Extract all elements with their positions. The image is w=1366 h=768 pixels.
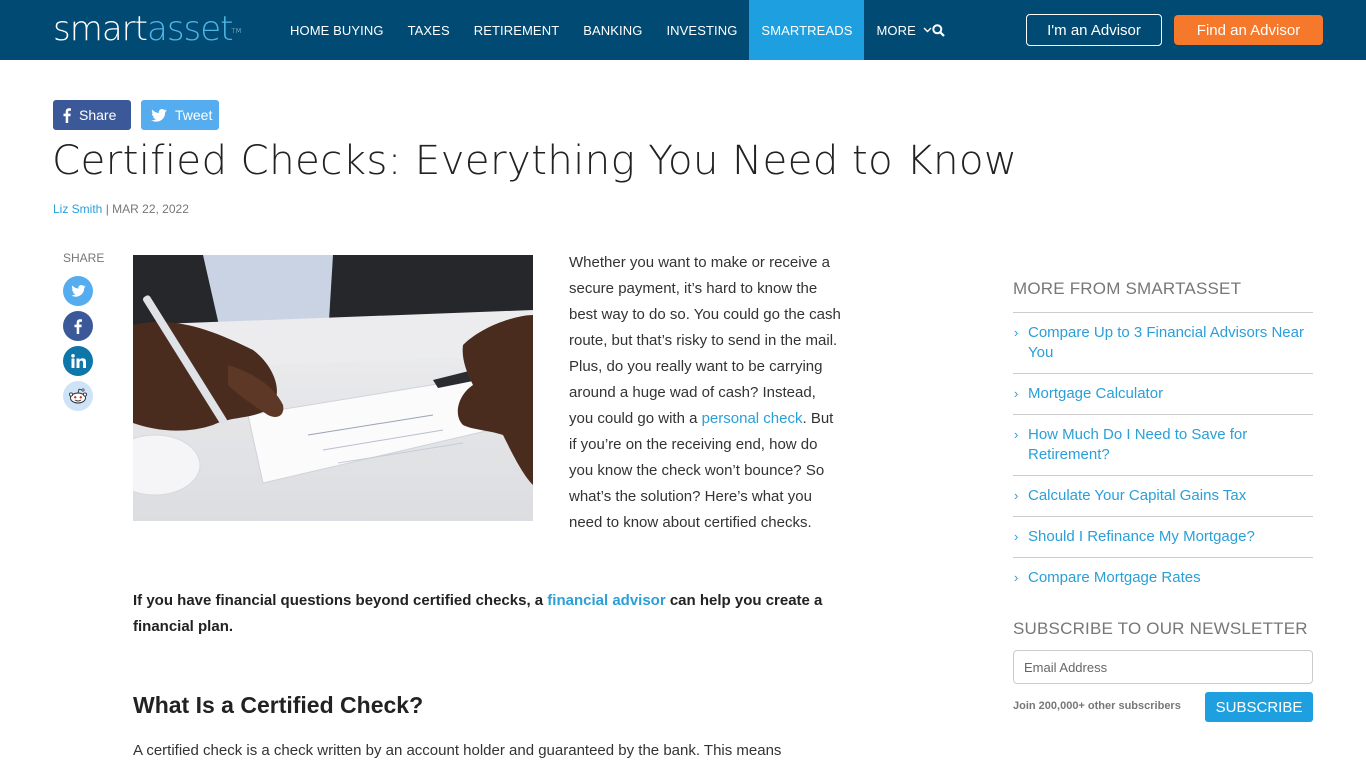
nav-label: BANKING bbox=[583, 22, 643, 38]
twitter-icon bbox=[151, 108, 167, 122]
advisor-callout: If you have financial questions beyond c… bbox=[133, 588, 843, 640]
top-navigation-bar: smartasset TM HOME BUYING TAXES RETIREMEN… bbox=[0, 0, 1366, 60]
linkedin-share-button[interactable] bbox=[63, 346, 93, 376]
search-icon bbox=[931, 23, 945, 37]
search-button[interactable] bbox=[925, 18, 951, 42]
intro-paragraph: Whether you want to make or receive a se… bbox=[569, 250, 841, 536]
facebook-icon bbox=[74, 318, 82, 334]
publish-date: MAR 22, 2022 bbox=[112, 202, 189, 216]
intro-text-cont: . But if you’re on the receiving end, ho… bbox=[569, 410, 834, 531]
nav-label: HOME BUYING bbox=[290, 22, 384, 38]
hands-signing-check-image bbox=[133, 255, 533, 521]
sidebar-link-mortgage-calculator[interactable]: › Mortgage Calculator bbox=[1013, 374, 1313, 415]
email-address-input[interactable] bbox=[1013, 650, 1313, 684]
chevron-right-icon: › bbox=[1014, 529, 1019, 544]
article-hero-image bbox=[133, 255, 533, 521]
nav-label: SMARTREADS bbox=[761, 22, 853, 38]
callout-text: If you have financial questions beyond c… bbox=[133, 592, 548, 609]
more-from-list: › Compare Up to 3 Financial Advisors Near… bbox=[1013, 312, 1313, 598]
sidebar-link-refinance[interactable]: › Should I Refinance My Mortgage? bbox=[1013, 517, 1313, 558]
facebook-icon bbox=[63, 107, 71, 123]
twitter-share-button[interactable] bbox=[63, 276, 93, 306]
subscribe-button[interactable]: SUBSCRIBE bbox=[1205, 692, 1313, 722]
chevron-right-icon: › bbox=[1014, 570, 1019, 585]
logo-text-smart: smart bbox=[53, 9, 148, 49]
article-title: Certified Checks: Everything You Need to… bbox=[52, 138, 1018, 184]
nav-smartreads[interactable]: SMARTREADS bbox=[749, 0, 865, 60]
chevron-right-icon: › bbox=[1014, 325, 1019, 340]
share-label: Share bbox=[79, 107, 117, 123]
more-from-heading: MORE FROM SMARTASSET bbox=[1013, 279, 1242, 298]
author-link[interactable]: Liz Smith bbox=[53, 202, 102, 216]
chevron-right-icon: › bbox=[1014, 488, 1019, 503]
section-heading: What Is a Certified Check? bbox=[133, 692, 424, 718]
nav-home-buying[interactable]: HOME BUYING bbox=[278, 0, 396, 60]
reddit-icon bbox=[68, 388, 88, 404]
body-paragraph: A certified check is a check written by … bbox=[133, 742, 782, 759]
intro-text: Whether you want to make or receive a se… bbox=[569, 254, 841, 427]
nav-label: MORE bbox=[876, 22, 916, 38]
chevron-right-icon: › bbox=[1014, 427, 1019, 442]
facebook-share-circle[interactable] bbox=[63, 311, 93, 341]
link-label: How Much Do I Need to Save for Retiremen… bbox=[1028, 426, 1248, 463]
newsletter-heading: SUBSCRIBE TO OUR NEWSLETTER bbox=[1013, 619, 1308, 638]
link-label: Should I Refinance My Mortgage? bbox=[1028, 528, 1255, 545]
logo-text-asset: asset bbox=[146, 9, 234, 49]
share-label: SHARE bbox=[63, 251, 105, 265]
nav-label: TAXES bbox=[407, 22, 450, 38]
link-label: Compare Mortgage Rates bbox=[1028, 569, 1201, 586]
reddit-share-button[interactable] bbox=[63, 381, 93, 411]
sidebar-link-compare-advisors[interactable]: › Compare Up to 3 Financial Advisors Near… bbox=[1013, 313, 1313, 374]
subscriber-count-text: Join 200,000+ other subscribers bbox=[1013, 700, 1181, 712]
byline: Liz Smith | MAR 22, 2022 bbox=[53, 202, 189, 216]
logo-trademark: TM bbox=[231, 27, 242, 35]
nav-taxes[interactable]: TAXES bbox=[396, 0, 462, 60]
tweet-label: Tweet bbox=[175, 107, 213, 123]
nav-banking[interactable]: BANKING bbox=[571, 0, 654, 60]
financial-advisor-link[interactable]: financial advisor bbox=[547, 592, 665, 609]
im-an-advisor-button[interactable]: I'm an Advisor bbox=[1026, 14, 1162, 46]
twitter-icon bbox=[70, 285, 86, 297]
link-label: Compare Up to 3 Financial Advisors Near … bbox=[1028, 324, 1304, 361]
link-label: Calculate Your Capital Gains Tax bbox=[1028, 487, 1247, 504]
chevron-right-icon: › bbox=[1014, 386, 1019, 401]
linkedin-icon bbox=[70, 354, 86, 368]
main-nav: HOME BUYING TAXES RETIREMENT BANKING INV… bbox=[278, 0, 944, 60]
byline-separator: | bbox=[102, 202, 113, 216]
nav-label: RETIREMENT bbox=[473, 22, 560, 38]
nav-label: INVESTING bbox=[666, 22, 738, 38]
twitter-tweet-button[interactable]: Tweet bbox=[141, 100, 219, 130]
sidebar-link-retirement-savings[interactable]: › How Much Do I Need to Save for Retireme… bbox=[1013, 415, 1313, 476]
sidebar-link-capital-gains[interactable]: › Calculate Your Capital Gains Tax bbox=[1013, 476, 1313, 517]
facebook-share-button[interactable]: Share bbox=[53, 100, 131, 130]
find-an-advisor-button[interactable]: Find an Advisor bbox=[1174, 15, 1323, 45]
smartasset-logo[interactable]: smartasset TM bbox=[53, 9, 242, 49]
personal-check-link[interactable]: personal check bbox=[702, 410, 803, 427]
sidebar-link-mortgage-rates[interactable]: › Compare Mortgage Rates bbox=[1013, 558, 1313, 598]
nav-retirement[interactable]: RETIREMENT bbox=[462, 0, 572, 60]
link-label: Mortgage Calculator bbox=[1028, 385, 1164, 402]
nav-investing[interactable]: INVESTING bbox=[654, 0, 749, 60]
